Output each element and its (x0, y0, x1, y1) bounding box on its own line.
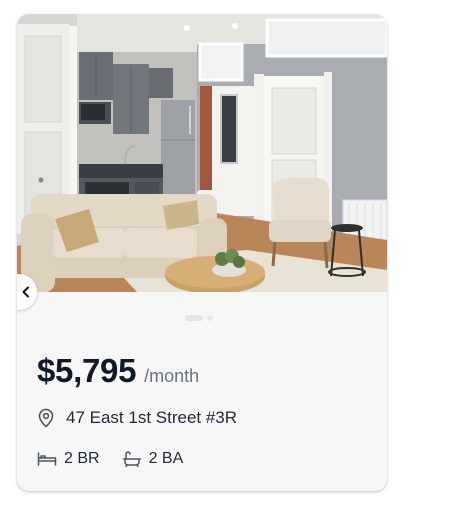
price-unit: /month (144, 366, 200, 386)
bedrooms: 2 BR (37, 450, 100, 468)
pagination-dot-active[interactable] (185, 315, 203, 321)
pagination-dot[interactable] (207, 315, 213, 321)
photo-pagination (185, 315, 213, 321)
bedrooms-label: 2 BR (64, 450, 100, 467)
specs-row: 2 BR 2 BA (37, 450, 205, 468)
bathtub-icon (122, 451, 142, 467)
listing-card[interactable]: $5,795 /month 47 East 1st Street #3R 2 B… (17, 14, 387, 491)
bathrooms: 2 BA (122, 450, 184, 468)
price-row: $5,795 /month (37, 352, 199, 390)
listing-photo[interactable] (17, 14, 387, 292)
address-row: 47 East 1st Street #3R (37, 408, 237, 428)
map-pin-icon (37, 408, 55, 428)
chevron-left-icon (22, 286, 29, 298)
address: 47 East 1st Street #3R (66, 408, 238, 427)
bathrooms-label: 2 BA (148, 450, 184, 467)
apartment-photo (17, 14, 387, 292)
bed-icon (37, 451, 57, 467)
price: $5,795 (37, 352, 137, 389)
